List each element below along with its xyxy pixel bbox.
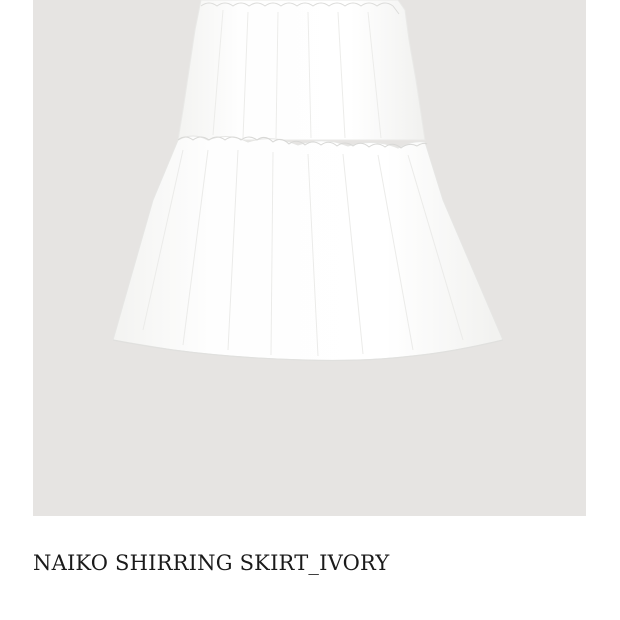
next-image-button[interactable]: [580, 118, 586, 164]
product-image-gallery[interactable]: [33, 0, 586, 516]
product-name[interactable]: NAIKO SHIRRING SKIRT_IVORY: [33, 551, 389, 575]
product-image[interactable]: [33, 0, 586, 516]
product-card: NAIKO SHIRRING SKIRT_IVORY: [0, 0, 620, 620]
